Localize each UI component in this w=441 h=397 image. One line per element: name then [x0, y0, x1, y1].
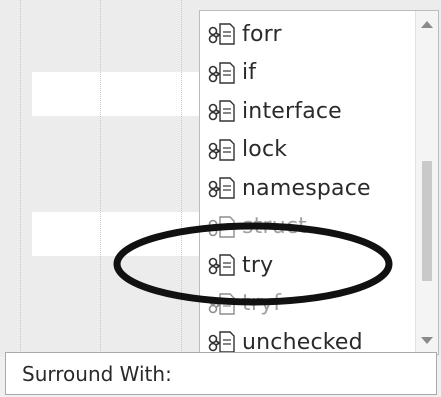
code-line-block: [32, 72, 200, 116]
snippet-icon: [208, 100, 235, 122]
snippet-icon: [208, 254, 235, 276]
snippet-item-lock[interactable]: lock: [200, 131, 414, 170]
snippet-label: struct: [242, 214, 307, 240]
snippet-label: if: [242, 60, 257, 86]
snippet-item-forr[interactable]: forr: [200, 15, 414, 54]
surround-with-label: Surround With:: [22, 361, 172, 386]
snippet-label: lock: [242, 137, 288, 163]
vertical-scrollbar[interactable]: [415, 11, 438, 354]
snippet-icon: [208, 23, 235, 45]
snippet-icon: [208, 293, 235, 315]
snippet-list-dropdown[interactable]: forr if interface lock namespace struct …: [199, 10, 439, 355]
snippet-item-tryf[interactable]: tryf: [200, 285, 414, 324]
snippet-icon: [208, 177, 235, 199]
snippet-list: forr if interface lock namespace struct …: [200, 15, 414, 362]
snippet-label: try: [242, 252, 274, 278]
surround-with-input[interactable]: [183, 352, 441, 395]
snippet-icon: [208, 139, 235, 161]
scroll-down-icon[interactable]: [421, 337, 433, 344]
surround-with-prompt: Surround With:: [5, 352, 441, 395]
indent-guide: [181, 0, 182, 357]
indent-guide: [20, 0, 21, 357]
snippet-label: tryf: [242, 291, 282, 317]
snippet-label: forr: [242, 21, 282, 47]
snippet-item-namespace[interactable]: namespace: [200, 169, 414, 208]
snippet-item-struct[interactable]: struct: [200, 208, 414, 247]
snippet-icon: [208, 62, 235, 84]
snippet-label: namespace: [242, 175, 371, 201]
snippet-label: interface: [242, 98, 342, 124]
snippet-item-interface[interactable]: interface: [200, 92, 414, 131]
indent-guide: [100, 0, 101, 357]
snippet-item-if[interactable]: if: [200, 54, 414, 93]
code-line-block: [32, 212, 200, 256]
snippet-item-try[interactable]: try: [200, 246, 414, 285]
scroll-up-icon[interactable]: [421, 21, 433, 28]
snippet-icon: [208, 216, 235, 238]
snippet-label: unchecked: [242, 329, 363, 355]
scrollbar-thumb[interactable]: [422, 161, 432, 281]
